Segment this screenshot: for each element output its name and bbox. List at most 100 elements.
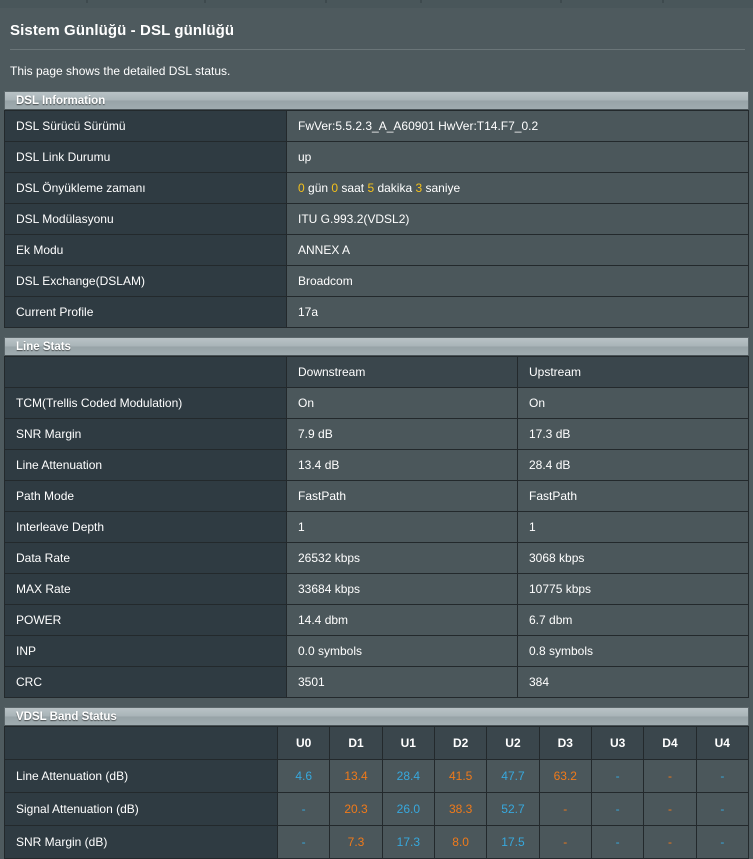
band-value-u3: - (590, 792, 645, 826)
table-row: CRC 3501 384 (4, 666, 749, 698)
band-column-header-d3: D3 (538, 726, 592, 760)
line-stats-downstream-value: FastPath (286, 480, 518, 512)
band-column-header-u3: U3 (590, 726, 645, 760)
column-header-upstream: Upstream (517, 356, 749, 388)
vdsl-band-corner-cell (4, 726, 278, 760)
line-stats-label: CRC (4, 666, 287, 698)
line-stats-downstream-value: 33684 kbps (286, 573, 518, 605)
band-value-u4: - (695, 759, 750, 793)
line-stats-label: SNR Margin (4, 418, 287, 450)
line-stats-downstream-value: 14.4 dbm (286, 604, 518, 636)
vdsl-band-header-row: U0 D1 U1 D2 U2 D3 U3 D4 U4 (4, 726, 750, 760)
band-value-u2: 52.7 (486, 792, 540, 826)
page-description: This page shows the detailed DSL status. (10, 64, 231, 78)
dsl-information-section: DSL Information DSL Sürücü Sürümü FwVer:5… (4, 91, 749, 328)
band-column-header-d2: D2 (433, 726, 488, 760)
band-value-u4: - (695, 825, 750, 859)
band-value-d1: 13.4 (329, 759, 383, 793)
band-column-header-d4: D4 (643, 726, 697, 760)
line-stats-header-row: Downstream Upstream (4, 356, 749, 388)
table-row: Interleave Depth 1 1 (4, 511, 749, 543)
band-row-label: Line Attenuation (dB) (4, 759, 278, 793)
band-column-header-u0: U0 (276, 726, 331, 760)
band-value-u0: - (276, 825, 331, 859)
line-stats-label: MAX Rate (4, 573, 287, 605)
band-value-d3: - (538, 792, 592, 826)
band-value-u4: - (695, 792, 750, 826)
band-value-u2: 17.5 (486, 825, 540, 859)
dsl-info-value: ITU G.993.2(VDSL2) (286, 203, 749, 235)
line-stats-downstream-value: 26532 kbps (286, 542, 518, 574)
band-column-header-u1: U1 (381, 726, 435, 760)
line-stats-upstream-value: 28.4 dB (517, 449, 749, 481)
line-stats-upstream-value: 6.7 dbm (517, 604, 749, 636)
band-column-header-u2: U2 (486, 726, 540, 760)
band-value-d2: 8.0 (433, 825, 488, 859)
table-row: POWER 14.4 dbm 6.7 dbm (4, 604, 749, 636)
dsl-info-label: Current Profile (4, 296, 287, 328)
dsl-info-value: Broadcom (286, 265, 749, 297)
line-stats-label: Data Rate (4, 542, 287, 574)
line-stats-downstream-value: 1 (286, 511, 518, 543)
table-row: SNR Margin 7.9 dB 17.3 dB (4, 418, 749, 450)
page-title: Sistem Günlüğü - DSL günlüğü (10, 22, 235, 39)
band-value-d3: - (538, 825, 592, 859)
table-row: DSL Sürücü Sürümü FwVer:5.5.2.3_A_A60901 … (4, 110, 749, 142)
table-row: MAX Rate 33684 kbps 10775 kbps (4, 573, 749, 605)
line-stats-heading: Line Stats (4, 337, 749, 356)
band-value-d4: - (643, 825, 697, 859)
dsl-info-value: ANNEX A (286, 234, 749, 266)
dsl-info-label: DSL Modülasyonu (4, 203, 287, 235)
line-stats-upstream-value: 384 (517, 666, 749, 698)
band-row-label: SNR Margin (dB) (4, 825, 278, 859)
band-value-d1: 7.3 (329, 825, 383, 859)
band-value-u1: 26.0 (381, 792, 435, 826)
table-row: Signal Attenuation (dB) - 20.3 26.0 38.3 52.7… (4, 792, 750, 826)
band-value-u2: 47.7 (486, 759, 540, 793)
line-stats-upstream-value: 10775 kbps (517, 573, 749, 605)
line-stats-label: POWER (4, 604, 287, 636)
dsl-information-table: DSL Sürücü Sürümü FwVer:5.5.2.3_A_A60901 … (4, 110, 749, 328)
table-row: DSL Exchange(DSLAM) Broadcom (4, 265, 749, 297)
line-stats-downstream-value: 7.9 dB (286, 418, 518, 450)
line-stats-upstream-value: 17.3 dB (517, 418, 749, 450)
line-stats-upstream-value: 1 (517, 511, 749, 543)
line-stats-table: Downstream Upstream TCM(Trellis Coded Mo… (4, 356, 749, 698)
dsl-info-label: DSL Link Durumu (4, 141, 287, 173)
table-row: Line Attenuation (dB) 4.6 13.4 28.4 41.5 47.7… (4, 759, 750, 793)
band-column-header-d1: D1 (329, 726, 383, 760)
band-row-label: Signal Attenuation (dB) (4, 792, 278, 826)
band-value-u3: - (590, 825, 645, 859)
table-row: DSL Link Durumu up (4, 141, 749, 173)
line-stats-upstream-value: On (517, 387, 749, 419)
band-value-d3: 63.2 (538, 759, 592, 793)
dsl-information-heading: DSL Information (4, 91, 749, 110)
table-row: Data Rate 26532 kbps 3068 kbps (4, 542, 749, 574)
band-value-d4: - (643, 792, 697, 826)
dsl-info-label: DSL Sürücü Sürümü (4, 110, 287, 142)
dsl-info-label: DSL Önyükleme zamanı (4, 172, 287, 204)
band-value-d1: 20.3 (329, 792, 383, 826)
band-value-d2: 38.3 (433, 792, 488, 826)
line-stats-upstream-value: 3068 kbps (517, 542, 749, 574)
line-stats-label: Interleave Depth (4, 511, 287, 543)
band-value-d4: - (643, 759, 697, 793)
table-row: Current Profile 17a (4, 296, 749, 328)
table-row: Line Attenuation 13.4 dB 28.4 dB (4, 449, 749, 481)
dsl-info-label: Ek Modu (4, 234, 287, 266)
band-value-u1: 28.4 (381, 759, 435, 793)
band-value-u0: 4.6 (276, 759, 331, 793)
table-row: DSL Modülasyonu ITU G.993.2(VDSL2) (4, 203, 749, 235)
vdsl-band-status-section: VDSL Band Status U0 D1 U1 D2 U2 D3 U3 D4 U4 Line… (4, 707, 750, 859)
line-stats-downstream-value: 13.4 dB (286, 449, 518, 481)
line-stats-downstream-value: 0.0 symbols (286, 635, 518, 667)
line-stats-upstream-value: 0.8 symbols (517, 635, 749, 667)
table-row: SNR Margin (dB) -7.3 17.3 8.0 17.5- - - - (4, 825, 750, 859)
band-value-d2: 41.5 (433, 759, 488, 793)
vdsl-band-status-heading: VDSL Band Status (4, 707, 749, 726)
vdsl-band-status-table: U0 D1 U1 D2 U2 D3 U3 D4 U4 Line Attenuation (dB)… (4, 726, 750, 859)
line-stats-label: Line Attenuation (4, 449, 287, 481)
line-stats-label: TCM(Trellis Coded Modulation) (4, 387, 287, 419)
table-row: INP 0.0 symbols 0.8 symbols (4, 635, 749, 667)
table-row: Ek Modu ANNEX A (4, 234, 749, 266)
